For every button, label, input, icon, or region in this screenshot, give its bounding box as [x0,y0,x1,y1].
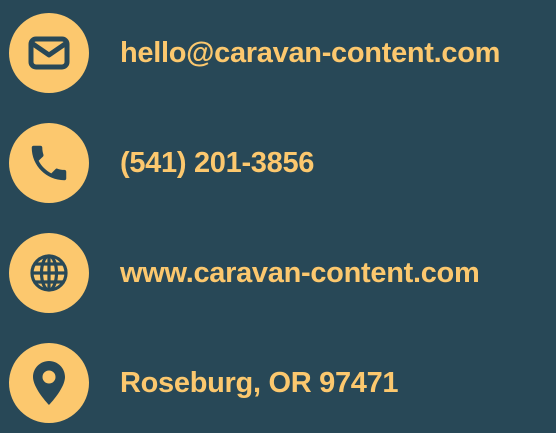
phone-link[interactable]: (541) 201-3856 [120,147,314,180]
contact-row-website: www.caravan-content.com [0,233,556,313]
envelope-icon [9,13,89,93]
contact-row-phone: (541) 201-3856 [0,123,556,203]
location-text: Roseburg, OR 97471 [120,366,399,399]
contact-card: { "colors": { "background": "#284857", "… [0,0,556,433]
contact-row-location: Roseburg, OR 97471 [0,343,556,423]
map-pin-icon [9,343,89,423]
contact-row-email: hello@caravan-content.com [0,13,556,93]
website-link[interactable]: www.caravan-content.com [120,257,480,290]
globe-icon [9,233,89,313]
phone-icon [9,123,89,203]
email-link[interactable]: hello@caravan-content.com [120,37,500,70]
